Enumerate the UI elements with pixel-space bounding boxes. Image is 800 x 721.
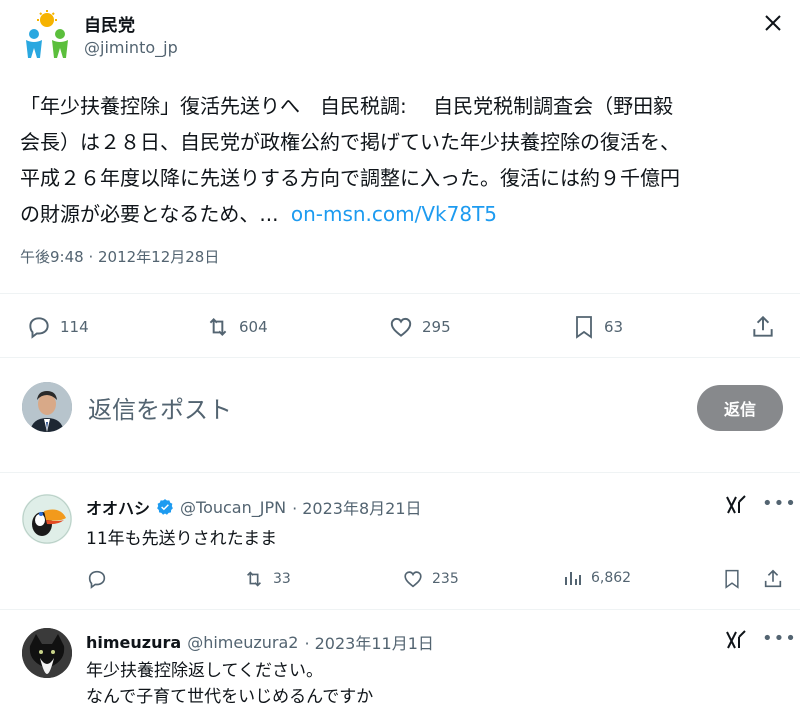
- reply-line: 年少扶養控除返してください。: [86, 661, 323, 681]
- author-avatar[interactable]: [20, 10, 74, 64]
- reply-header: himeuzura @himeuzura2 · 2023年11月1日: [86, 630, 434, 654]
- post-line: 平成２６年度以降に先送りする方向で調整に入った。復活には約９千億円: [20, 166, 680, 190]
- reply-date[interactable]: · 2023年8月21日: [292, 495, 421, 519]
- repost-action[interactable]: 604: [205, 314, 268, 340]
- reply-avatar[interactable]: [22, 628, 72, 678]
- repost-icon: [205, 314, 231, 340]
- repost-action[interactable]: 33: [243, 568, 291, 590]
- reply-submit-button[interactable]: 返信: [697, 385, 783, 431]
- views-count: 6,862: [591, 570, 632, 586]
- bookmark-count: 63: [604, 318, 624, 336]
- reply-icon: [86, 568, 108, 590]
- like-count: 235: [432, 571, 459, 587]
- repost-count: 604: [239, 318, 268, 336]
- reply-date[interactable]: · 2023年11月1日: [304, 630, 433, 654]
- reply-compose-input[interactable]: 返信をポスト: [88, 390, 232, 425]
- bookmark-icon: [572, 314, 596, 340]
- more-icon[interactable]: •••: [762, 493, 797, 514]
- reply-line: なんで子育て世代をいじめるんですか: [86, 687, 374, 707]
- grok-icon[interactable]: [724, 494, 748, 516]
- bookmark-action[interactable]: 63: [572, 314, 623, 340]
- like-icon: [402, 568, 424, 590]
- reply-action[interactable]: [86, 568, 108, 590]
- bookmark-icon[interactable]: [722, 568, 742, 590]
- share-icon[interactable]: [762, 568, 784, 590]
- post-line: 会長）は２８日、自民党が政権公約で掲げていた年少扶養控除の復活を、: [20, 130, 680, 154]
- reply-action[interactable]: 114: [26, 314, 89, 340]
- author-handle[interactable]: @jiminto_jp: [84, 38, 178, 57]
- reply-header: オオハシ @Toucan_JPN · 2023年8月21日: [86, 495, 422, 519]
- like-count: 295: [422, 318, 451, 336]
- views-action[interactable]: 6,862: [563, 568, 631, 588]
- post-timestamp[interactable]: 午後9:48 · 2012年12月28日: [20, 246, 219, 267]
- reply-text: 11年も先送りされたまま: [86, 529, 278, 549]
- reply-icon: [26, 314, 52, 340]
- repost-icon: [243, 568, 265, 590]
- post-line: の財源が必要となるため、...: [20, 202, 279, 226]
- user-avatar[interactable]: [22, 382, 72, 432]
- post-body: 「年少扶養控除」復活先送りへ 自民税調: 自民党税制調査会（野田毅 会長）は２８…: [20, 88, 790, 232]
- reply-count: 114: [60, 318, 89, 336]
- verified-icon: [156, 498, 174, 516]
- post-line: 「年少扶養控除」復活先送りへ 自民税調: 自民党税制調査会（野田毅: [20, 94, 674, 118]
- reply-author-name[interactable]: himeuzura: [86, 633, 181, 652]
- reply-avatar[interactable]: [22, 494, 72, 544]
- reply-author-handle[interactable]: @himeuzura2: [187, 633, 298, 652]
- reply-author-handle[interactable]: @Toucan_JPN: [180, 498, 286, 517]
- share-icon[interactable]: [750, 314, 776, 340]
- like-icon: [388, 314, 414, 340]
- more-icon[interactable]: •••: [762, 628, 797, 649]
- like-action[interactable]: 235: [402, 568, 459, 590]
- close-icon[interactable]: [762, 12, 784, 34]
- grok-icon[interactable]: [724, 629, 748, 651]
- views-icon: [563, 568, 583, 588]
- author-name[interactable]: 自民党: [84, 11, 135, 36]
- repost-count: 33: [273, 571, 291, 587]
- reply-text: 年少扶養控除返してください。 なんで子育て世代をいじめるんですか: [86, 658, 373, 710]
- reply-author-name[interactable]: オオハシ: [86, 495, 150, 519]
- post-link[interactable]: on-msn.com/Vk78T5: [291, 202, 497, 226]
- like-action[interactable]: 295: [388, 314, 451, 340]
